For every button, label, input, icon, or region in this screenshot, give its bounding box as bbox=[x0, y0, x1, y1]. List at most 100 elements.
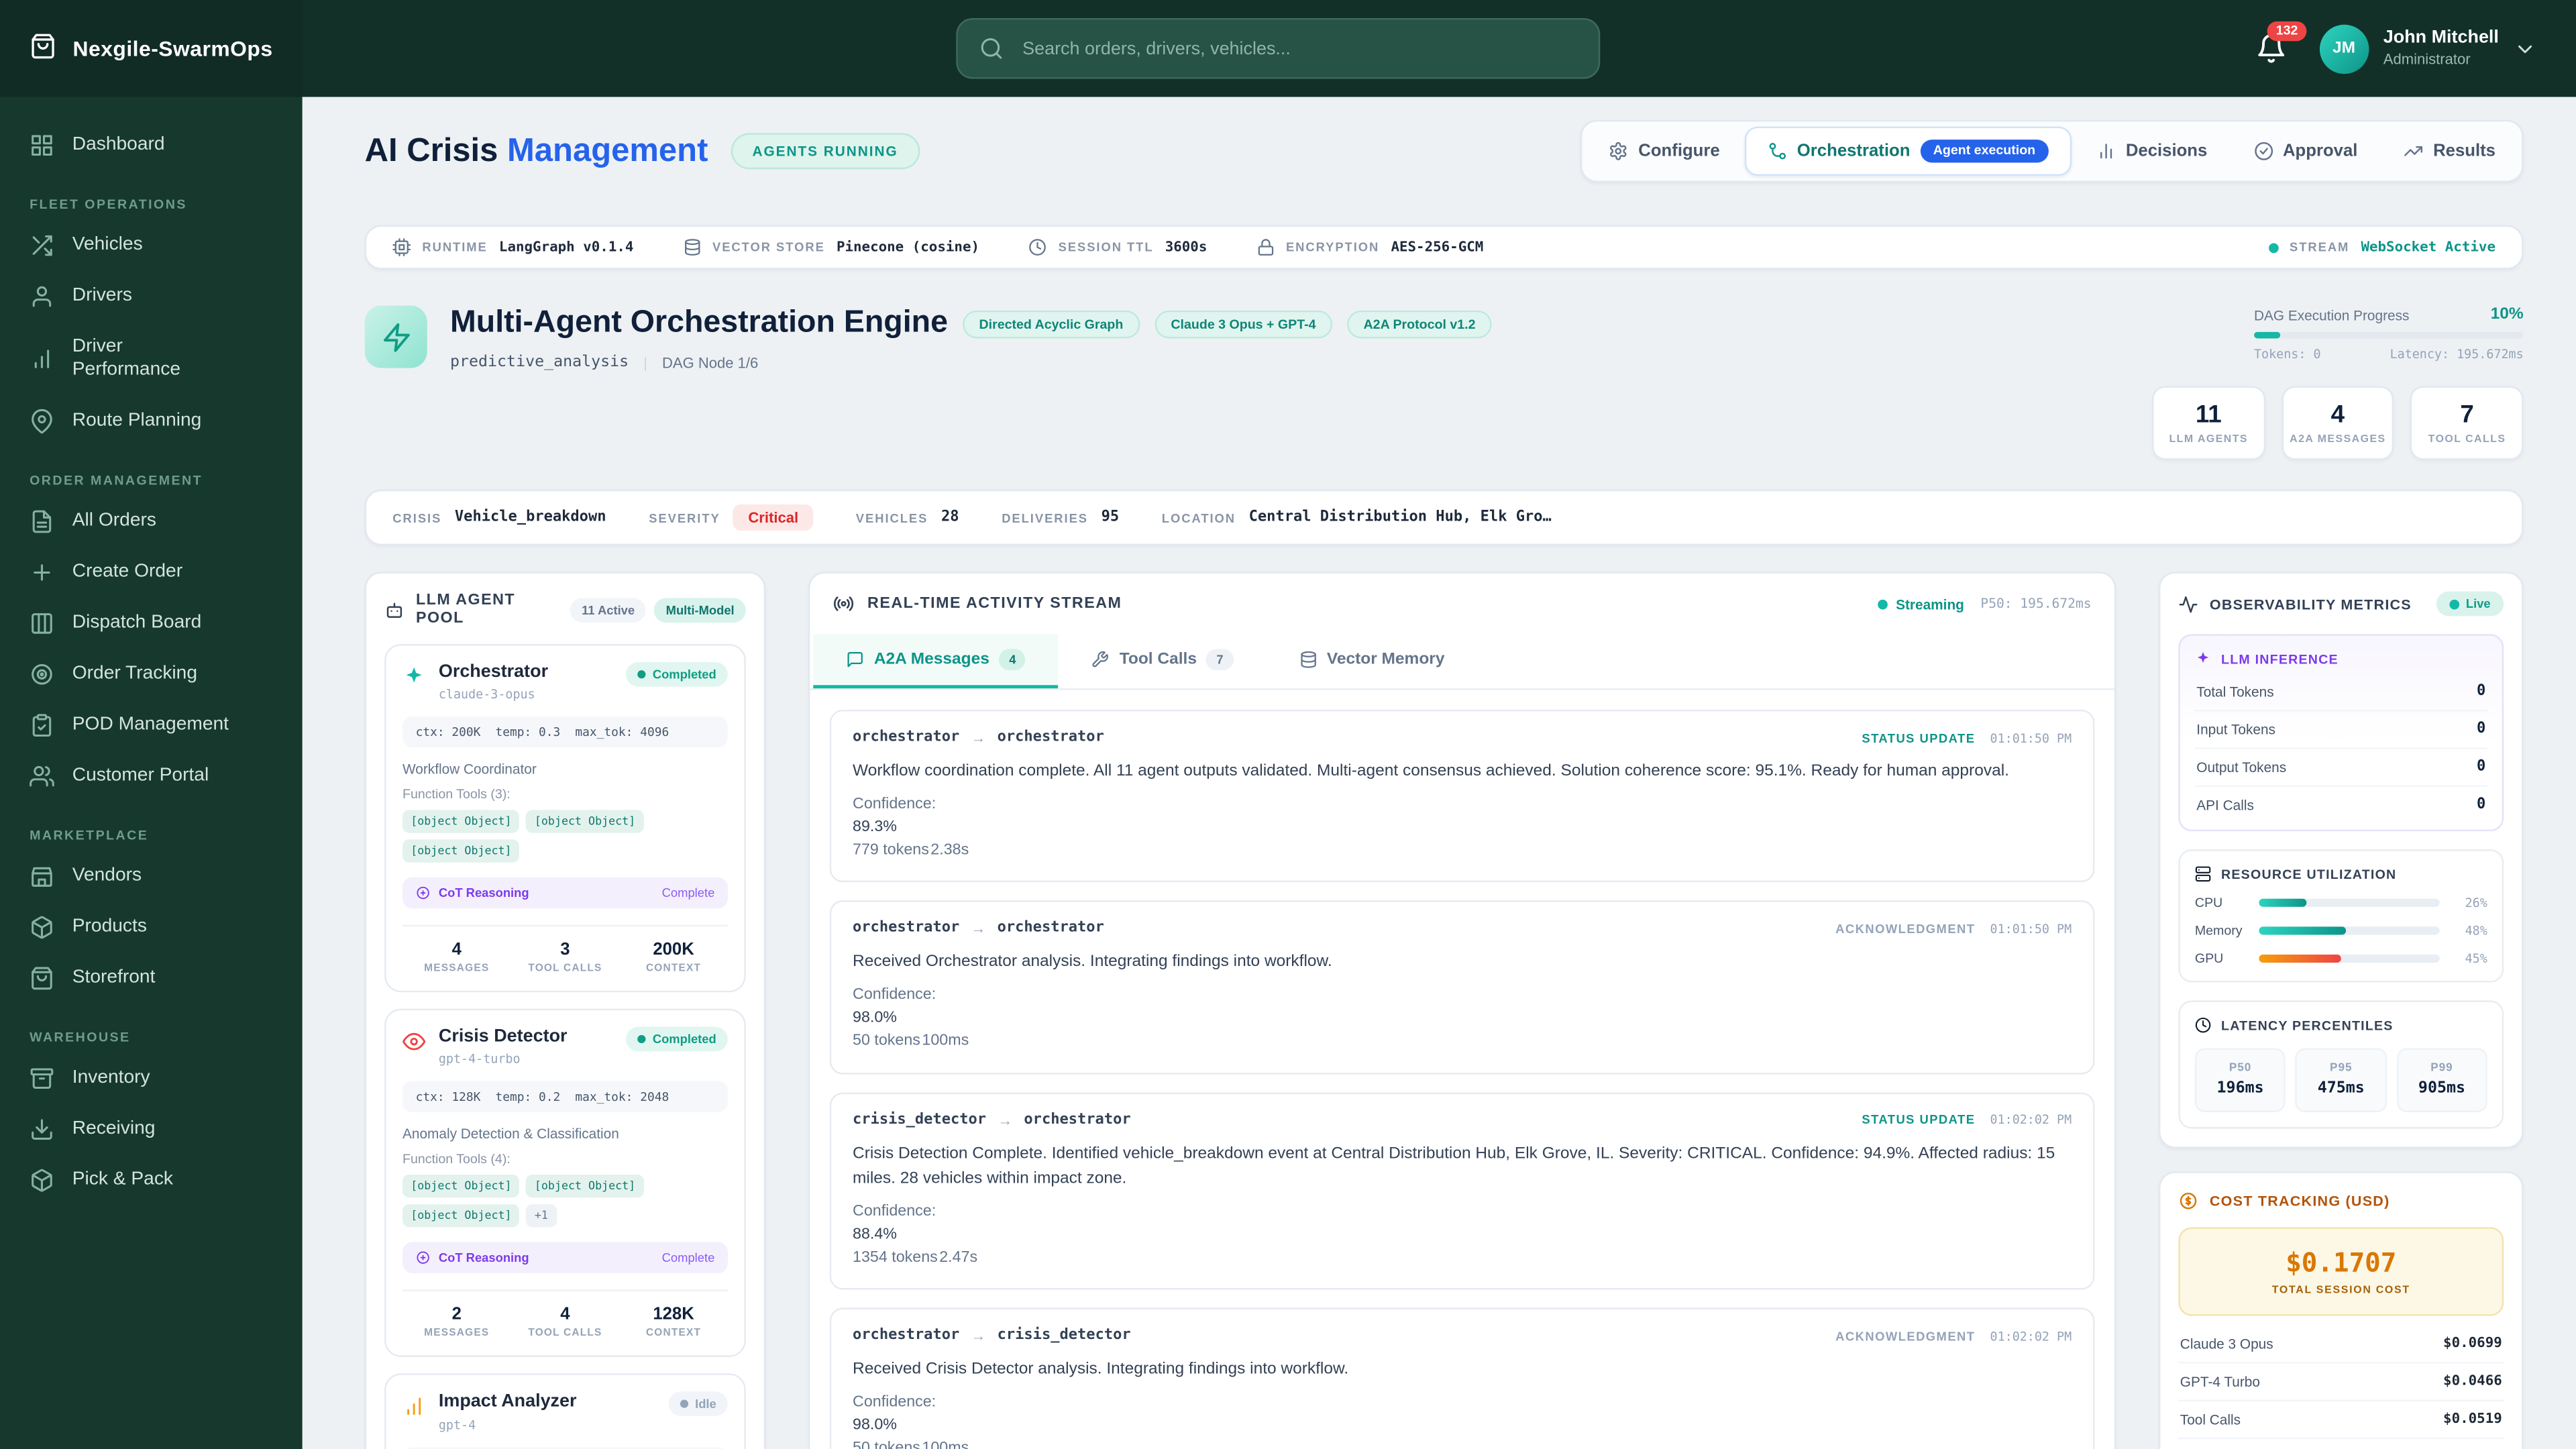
page-tabs: Configure Orchestration Agent execution … bbox=[1580, 119, 2524, 182]
sidebar-item-vendors[interactable]: Vendors bbox=[0, 851, 303, 902]
more-tools-chip: +1 bbox=[526, 1205, 557, 1228]
sidebar-item-inventory[interactable]: Inventory bbox=[0, 1053, 303, 1104]
latency-box-p95: P95 475ms bbox=[2296, 1048, 2387, 1112]
arrow-icon: → bbox=[971, 920, 986, 937]
sidebar-item-all-orders[interactable]: All Orders bbox=[0, 496, 303, 547]
cot-status: Complete bbox=[661, 1250, 715, 1266]
sidebar-item-order-tracking[interactable]: Order Tracking bbox=[0, 649, 303, 700]
crisis-value: Central Distribution Hub, Elk Gro… bbox=[1248, 509, 1552, 526]
archive-icon bbox=[30, 1066, 54, 1091]
confidence-value: 89.3% bbox=[853, 817, 897, 836]
tab-label: Decisions bbox=[2125, 141, 2208, 162]
sidebar-item-pick-pack[interactable]: Pick & Pack bbox=[0, 1155, 303, 1205]
tab-approval[interactable]: Approval bbox=[2232, 129, 2379, 172]
dag-badge: Directed Acyclic Graph bbox=[962, 309, 1140, 338]
tab-label: Tool Calls bbox=[1119, 650, 1197, 669]
resource-utilization-section: RESOURCE UTILIZATION CPU 26% Memory 48% bbox=[2178, 849, 2504, 983]
tab-a2a-messages[interactable]: A2A Messages 4 bbox=[813, 634, 1059, 689]
live-badge: Live bbox=[2436, 591, 2504, 616]
a2a-message: orchestrator → crisis_detector ACKNOWLED… bbox=[829, 1308, 2095, 1449]
bar-chart-icon bbox=[402, 1395, 425, 1418]
sidebar-item-label: Products bbox=[72, 916, 147, 937]
tab-label: Approval bbox=[2282, 141, 2358, 162]
tool-chip: [object Object] bbox=[402, 810, 520, 834]
crisis-severity: SEVERITY Critical bbox=[649, 504, 814, 531]
sidebar-item-dashboard[interactable]: Dashboard bbox=[0, 120, 303, 171]
sidebar-item-customer-portal[interactable]: Customer Portal bbox=[0, 751, 303, 802]
user-role: Administrator bbox=[2383, 50, 2471, 68]
crisis-type: CRISIS Vehicle_breakdown bbox=[392, 509, 606, 525]
section-title: LATENCY PERCENTILES bbox=[2221, 1018, 2394, 1033]
stat-value: 11 bbox=[2195, 400, 2222, 429]
runtime-label: VECTOR STORE bbox=[712, 239, 825, 255]
check-circle-icon bbox=[2254, 142, 2273, 160]
sparkles-icon bbox=[2197, 651, 2209, 663]
metrics-title: OBSERVABILITY METRICS bbox=[2209, 595, 2412, 612]
observability-column: OBSERVABILITY METRICS Live LLM INFERENCE… bbox=[2158, 572, 2524, 1449]
tab-orchestration[interactable]: Orchestration Agent execution bbox=[1744, 126, 2072, 176]
cot-status: Complete bbox=[661, 885, 715, 901]
agent-config: ctx: 200K temp: 0.3 max_tok: 4096 bbox=[402, 716, 728, 748]
message-icon bbox=[847, 652, 863, 667]
sidebar-item-pod-management[interactable]: POD Management bbox=[0, 700, 303, 751]
user-menu[interactable]: JM John Mitchell Administrator bbox=[2319, 23, 2536, 73]
wrench-icon bbox=[1093, 651, 1109, 667]
sidebar-item-dispatch-board[interactable]: Dispatch Board bbox=[0, 598, 303, 649]
search-input[interactable] bbox=[1019, 37, 1578, 60]
sidebar-item-label: All Orders bbox=[72, 511, 156, 531]
resource-row: GPU 45% bbox=[2194, 951, 2487, 967]
agent-card-crisis-detector[interactable]: Crisis Detector gpt-4-turbo Completed ct… bbox=[384, 1009, 746, 1358]
agent-card-impact-analyzer[interactable]: Impact Analyzer gpt-4 Idle ctx: 8.192Kte… bbox=[384, 1374, 746, 1449]
tab-count: 4 bbox=[999, 649, 1026, 671]
p50-latency: P50: 195.672ms bbox=[1980, 596, 2092, 612]
notification-count-badge: 132 bbox=[2267, 21, 2306, 42]
message-stats: 1354 tokens 2.47s bbox=[853, 1248, 978, 1267]
agent-card-orchestrator[interactable]: Orchestrator claude-3-opus Completed ctx… bbox=[384, 644, 746, 993]
sidebar-item-products[interactable]: Products bbox=[0, 902, 303, 953]
agent-model: gpt-4 bbox=[438, 1417, 476, 1432]
sidebar: Dashboard FLEET OPERATIONS Vehicles Driv… bbox=[0, 97, 303, 1449]
encryption-item: ENCRYPTION AES-256-GCM bbox=[1256, 238, 1483, 256]
box-icon bbox=[30, 1168, 54, 1193]
crisis-value: 28 bbox=[941, 509, 959, 526]
sidebar-item-create-order[interactable]: Create Order bbox=[0, 547, 303, 598]
main-content: AI Crisis Management AGENTS RUNNING Conf… bbox=[303, 97, 2576, 1449]
stream-value[interactable]: WebSocket Active bbox=[2361, 239, 2496, 255]
global-search[interactable] bbox=[957, 17, 1601, 79]
cost-row: Vector DB$0.0293 bbox=[2178, 1439, 2504, 1449]
sidebar-item-route-planning[interactable]: Route Planning bbox=[0, 396, 303, 447]
stream-tabs: A2A Messages 4 Tool Calls 7 Vector Memor… bbox=[810, 634, 2114, 690]
brand[interactable]: Nexgile-SwarmOps bbox=[0, 0, 303, 97]
sidebar-item-driver-performance[interactable]: Driver Performance bbox=[0, 322, 213, 396]
tab-configure[interactable]: Configure bbox=[1587, 129, 1741, 172]
cost-row: Claude 3 Opus $0.0699 bbox=[2178, 1326, 2504, 1364]
tab-results[interactable]: Results bbox=[2382, 129, 2517, 172]
tab-vector-memory[interactable]: Vector Memory bbox=[1266, 634, 1477, 688]
sidebar-item-receiving[interactable]: Receiving bbox=[0, 1104, 303, 1155]
confidence-label: Confidence: bbox=[853, 794, 936, 813]
notifications-button[interactable]: 132 bbox=[2255, 21, 2306, 64]
tab-tool-calls[interactable]: Tool Calls 7 bbox=[1059, 634, 1266, 688]
total-cost-value: $0.1707 bbox=[2286, 1246, 2397, 1279]
users-icon bbox=[30, 763, 54, 788]
dashboard-icon bbox=[30, 133, 54, 158]
message-body: Workflow coordination complete. All 11 a… bbox=[853, 762, 2009, 781]
tool-chips: [object Object] [object Object] [object … bbox=[402, 1175, 728, 1228]
agent-role: Anomaly Detection & Classification bbox=[402, 1126, 619, 1142]
tab-decisions[interactable]: Decisions bbox=[2075, 129, 2229, 172]
driver-icon bbox=[30, 284, 54, 309]
brain-icon bbox=[417, 1252, 429, 1265]
a2a-message: orchestrator → orchestrator ACKNOWLEDGME… bbox=[829, 900, 2095, 1074]
sidebar-item-storefront[interactable]: Storefront bbox=[0, 953, 303, 1004]
function-tools-label: Function Tools (4): bbox=[402, 1152, 511, 1167]
sidebar-item-vehicles[interactable]: Vehicles bbox=[0, 220, 303, 271]
a2a-message: crisis_detector → orchestrator STATUS UP… bbox=[829, 1091, 2095, 1291]
agent-config: ctx: 128K temp: 0.2 max_tok: 2048 bbox=[402, 1081, 728, 1113]
models-badge: Claude 3 Opus + GPT-4 bbox=[1154, 309, 1333, 338]
arrow-icon: → bbox=[971, 729, 986, 746]
cost-tracking-panel: COST TRACKING (USD) $0.1707 TOTAL SESSIO… bbox=[2158, 1171, 2524, 1449]
sidebar-item-drivers[interactable]: Drivers bbox=[0, 271, 303, 322]
topbar-right: 132 JM John Mitchell Administrator bbox=[2255, 21, 2576, 73]
bar-chart-icon bbox=[2100, 144, 2112, 159]
resource-row: Memory 48% bbox=[2194, 923, 2487, 938]
